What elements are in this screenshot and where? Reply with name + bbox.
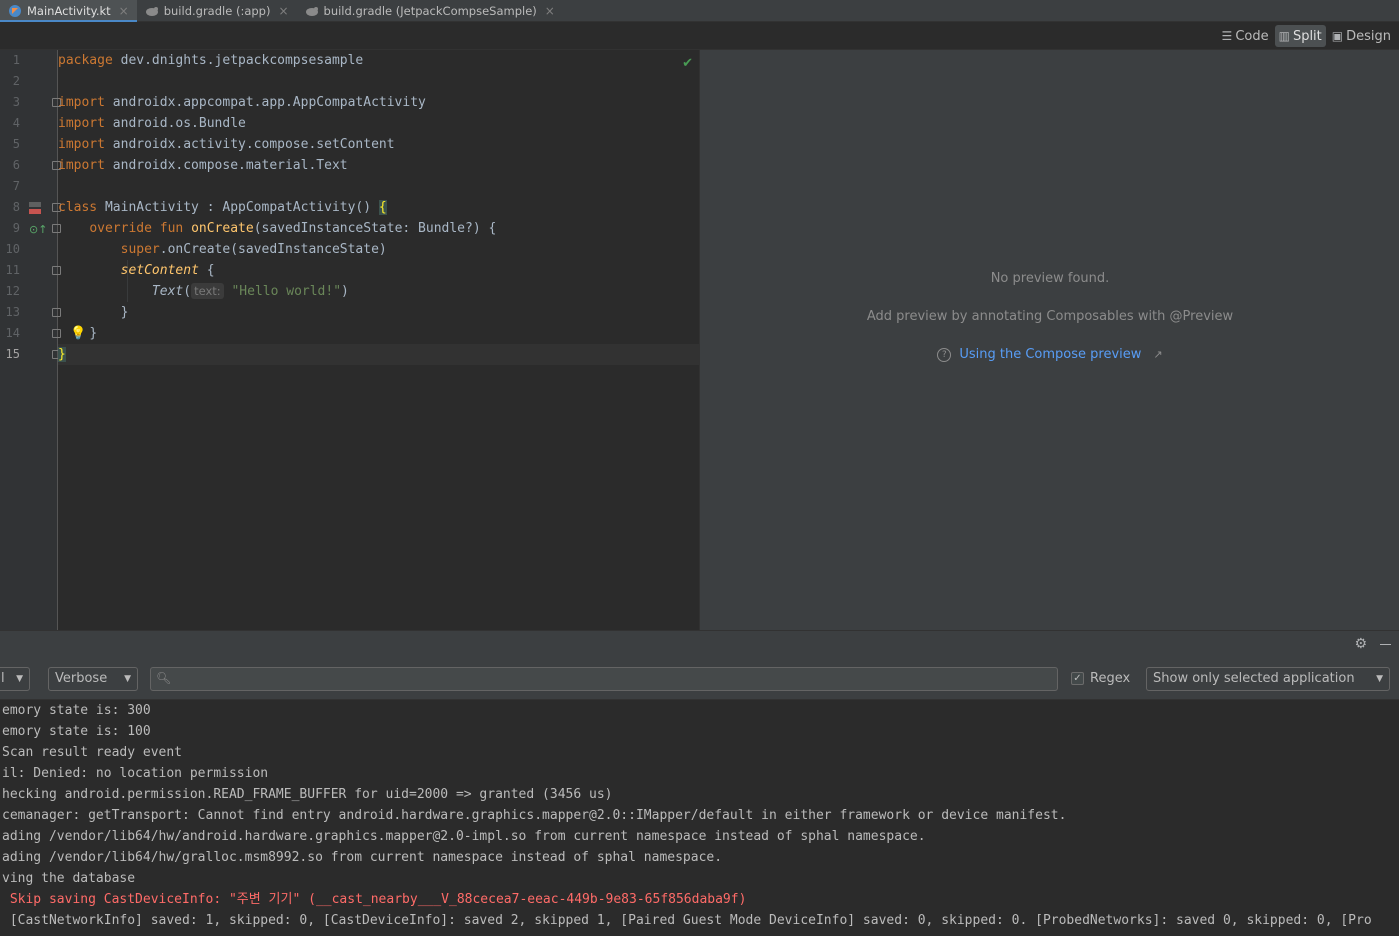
code-line: super.onCreate(savedInstanceState) (120, 242, 387, 257)
log-line: il: Denied: no location permission (2, 766, 269, 781)
compose-preview-link[interactable]: Using the Compose preview (959, 347, 1141, 362)
line-number: 13 (5, 305, 20, 319)
design-view-label: Design (1346, 28, 1391, 44)
override-method-icon[interactable]: ⊙↑ (29, 223, 47, 236)
tab-label: MainActivity.kt (27, 4, 111, 18)
line-number: 4 (12, 116, 20, 130)
code-text-area[interactable]: ✔ 💡 package dev.dnights.jetpackcompsesam… (58, 50, 699, 630)
line-number: 10 (5, 242, 20, 256)
log-line-error: Skip saving CastDeviceInfo: "주변 기기" (__c… (2, 892, 747, 907)
regex-label: Regex (1090, 671, 1131, 686)
regex-toggle[interactable]: ✓ Regex (1071, 671, 1130, 686)
code-line: setContent { (120, 263, 215, 278)
compose-preview-help: ? Using the Compose preview ↗ (700, 347, 1399, 362)
chevron-down-icon: ▼ (124, 674, 131, 684)
view-mode-switch: ☰ Code ▥ Split ▣ Design (1218, 25, 1395, 47)
code-view-label: Code (1235, 28, 1269, 44)
code-editor[interactable]: 1 2 3 4 5 6 7 8 9 10 11 12 13 14 15 ⊙↑ ✔… (0, 50, 699, 630)
preview-hint: Add preview by annotating Composables wi… (866, 309, 1234, 324)
split-view-icon: ▥ (1278, 29, 1290, 43)
tab-build-gradle-project[interactable]: build.gradle (JetpackCompseSample) × (297, 0, 563, 22)
chevron-down-icon: ▼ (1376, 674, 1383, 684)
log-level-value: Verbose (55, 671, 108, 686)
code-line: Text(text: "Hello world!") (151, 283, 349, 299)
log-level-select[interactable]: Verbose ▼ (48, 667, 138, 691)
process-select[interactable]: l ▼ (0, 667, 30, 691)
search-icon: 🔍︎ (156, 671, 172, 685)
line-number: 3 (12, 95, 20, 109)
line-number: 8 (12, 200, 20, 214)
current-code-line: } (58, 344, 699, 365)
code-line: class MainActivity : AppCompatActivity()… (58, 200, 387, 215)
code-view-icon: ☰ (1221, 29, 1233, 43)
kotlin-file-icon (8, 4, 22, 18)
logcat-filter-bar: l ▼ Verbose ▼ 🔍︎ ✓ Regex Show only selec… (0, 658, 1399, 700)
help-icon: ? (937, 348, 952, 362)
line-number: 12 (5, 284, 20, 298)
gradle-icon (305, 4, 319, 18)
log-line: ading /vendor/lib64/hw/gralloc.msm8992.s… (2, 850, 723, 865)
editor-toolbar: ☰ Code ▥ Split ▣ Design (0, 22, 1399, 50)
gear-icon[interactable]: ⚙ (1354, 636, 1367, 652)
code-line: } (120, 305, 129, 320)
parameter-hint: text: (191, 283, 224, 299)
code-view-button[interactable]: ☰ Code (1218, 25, 1273, 47)
code-line: import android.os.Bundle (58, 116, 246, 131)
log-line: ving the database (2, 871, 136, 886)
run-class-icon[interactable] (28, 200, 42, 219)
code-line: import androidx.compose.material.Text (58, 158, 348, 173)
code-line: } (89, 326, 98, 341)
log-line: hecking android.permission.READ_FRAME_BU… (2, 787, 613, 802)
logcat-output[interactable]: emory state is: 300 emory state is: 100 … (0, 700, 1399, 936)
split-view-label: Split (1292, 28, 1322, 44)
line-number: 14 (5, 326, 20, 340)
tab-build-gradle-app[interactable]: build.gradle (:app) × (137, 0, 297, 22)
compose-preview-pane: No preview found. Add preview by annotat… (699, 50, 1399, 630)
line-number: 9 (12, 221, 20, 235)
log-line: ading /vendor/lib64/hw/android.hardware.… (2, 829, 926, 844)
app-filter-select[interactable]: Show only selected application ▼ (1146, 667, 1390, 691)
close-icon[interactable]: × (545, 4, 555, 18)
split-view-button[interactable]: ▥ Split (1274, 25, 1326, 47)
minimize-icon[interactable] (1380, 644, 1391, 645)
line-number: 1 (12, 53, 20, 67)
editor-gutter: 1 2 3 4 5 6 7 8 9 10 11 12 13 14 15 ⊙↑ (0, 50, 61, 630)
design-view-icon: ▣ (1331, 29, 1344, 43)
app-filter-value: Show only selected application (1153, 671, 1355, 686)
log-line: [CastNetworkInfo] saved: 1, skipped: 0, … (2, 913, 1372, 928)
tab-label: build.gradle (JetpackCompseSample) (323, 4, 537, 18)
log-search-input[interactable]: 🔍︎ (150, 667, 1058, 691)
design-view-button[interactable]: ▣ Design (1328, 25, 1395, 47)
code-line: import androidx.appcompat.app.AppCompatA… (58, 95, 426, 110)
log-line: Scan result ready event (2, 745, 183, 760)
log-line: cemanager: getTransport: Cannot find ent… (2, 808, 1067, 823)
line-number: 11 (5, 263, 20, 277)
line-number: 7 (12, 179, 20, 193)
close-icon[interactable]: × (119, 4, 129, 18)
gradle-icon (145, 4, 159, 18)
log-line: emory state is: 100 (2, 724, 151, 739)
log-line: emory state is: 300 (2, 703, 151, 718)
line-number: 5 (12, 137, 20, 151)
no-preview-message: No preview found. (990, 271, 1110, 286)
code-line: override fun onCreate(savedInstanceState… (89, 221, 497, 236)
tab-mainactivity-kt[interactable]: MainActivity.kt × (0, 0, 137, 23)
line-number: 6 (12, 158, 20, 172)
code-line: import androidx.activity.compose.setCont… (58, 137, 395, 152)
tab-label: build.gradle (:app) (163, 4, 271, 18)
code-line: package dev.dnights.jetpackcompsesample (58, 53, 364, 68)
line-number: 15 (5, 347, 20, 361)
line-number: 2 (12, 74, 20, 88)
logcat-tool-header: ⚙ (0, 630, 1399, 658)
close-icon[interactable]: × (278, 4, 288, 18)
external-link-icon: ↗ (1153, 348, 1163, 361)
editor-tab-bar: MainActivity.kt × build.gradle (:app) × … (0, 0, 1399, 23)
chevron-down-icon: ▼ (16, 674, 23, 684)
regex-checkbox[interactable]: ✓ (1071, 672, 1084, 685)
